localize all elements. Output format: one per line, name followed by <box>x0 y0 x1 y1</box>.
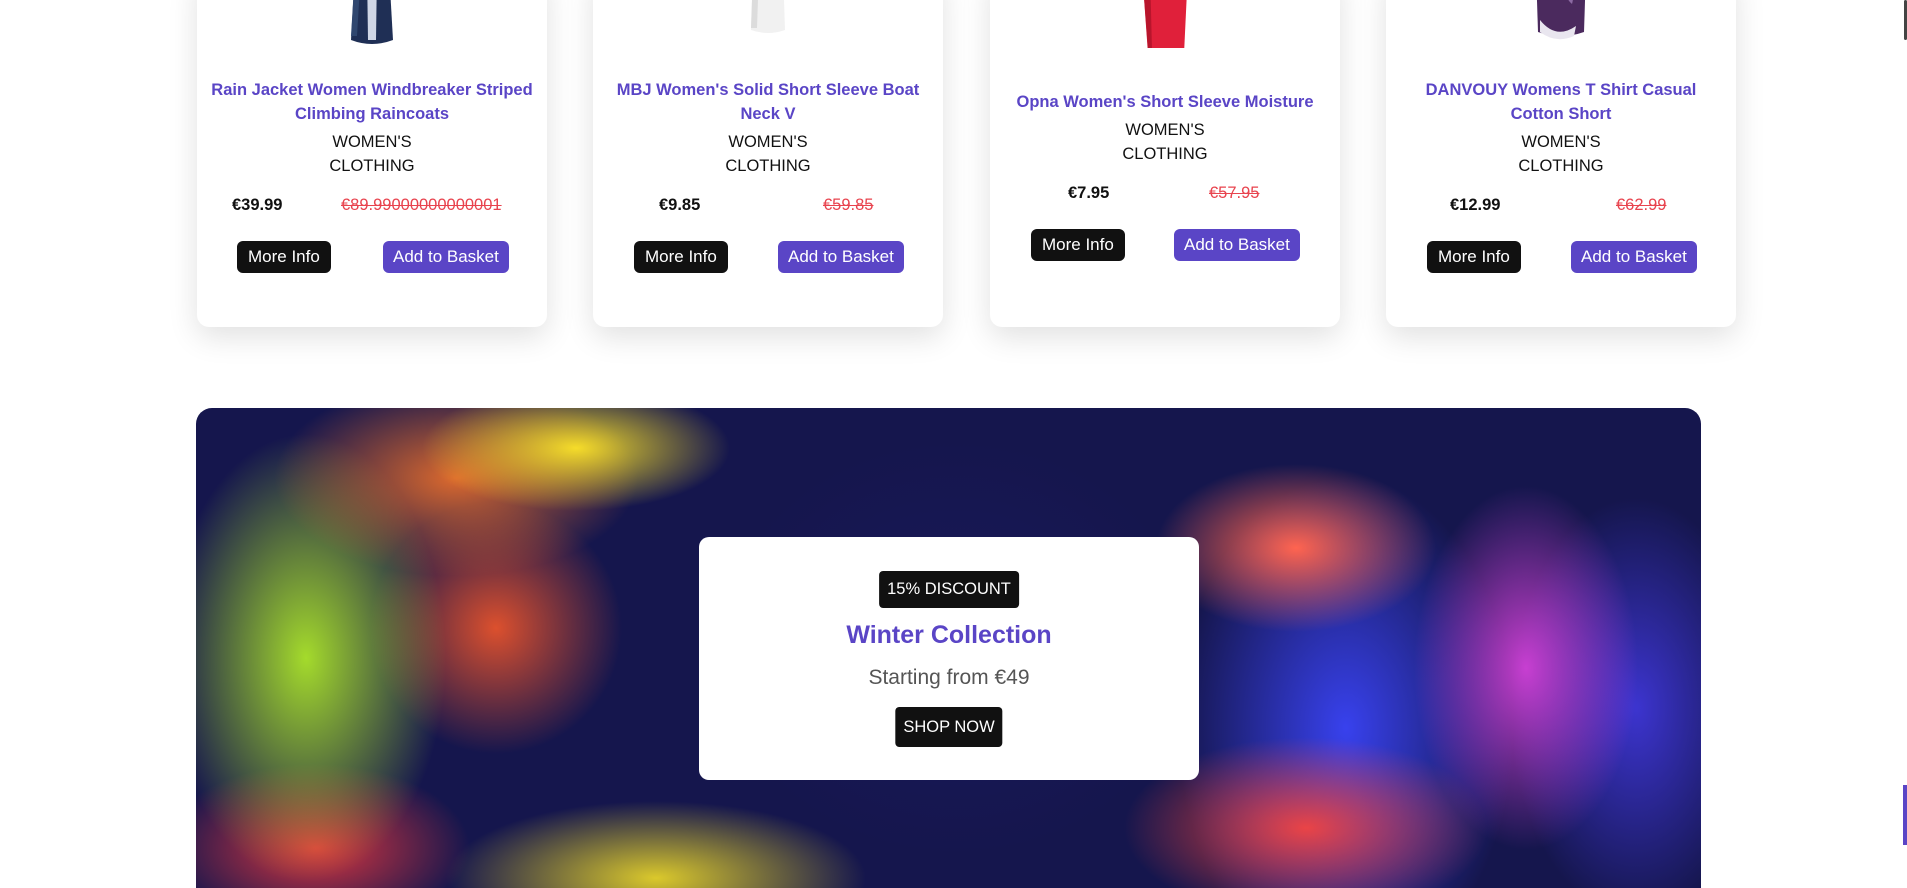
scrollbar-edge-accent <box>1903 785 1907 845</box>
product-card: Rain Jacket Women Windbreaker Striped Cl… <box>197 0 547 327</box>
product-title[interactable]: Opna Women's Short Sleeve Moisture <box>1004 90 1326 114</box>
shop-now-button[interactable]: SHOP NOW <box>895 707 1003 747</box>
add-to-basket-button[interactable]: Add to Basket <box>383 241 509 273</box>
product-category: WOMEN'S CLOTHING <box>1518 133 1604 175</box>
product-title[interactable]: DANVOUY Womens T Shirt Casual Cotton Sho… <box>1400 78 1722 126</box>
promo-banner: 15% DISCOUNT Winter Collection Starting … <box>196 408 1701 888</box>
product-old-price: €89.99000000000001 <box>341 196 502 214</box>
more-info-button[interactable]: More Info <box>1427 241 1521 273</box>
add-to-basket-button[interactable]: Add to Basket <box>778 241 904 273</box>
product-card: DANVOUY Womens T Shirt Casual Cotton Sho… <box>1386 0 1736 327</box>
more-info-button[interactable]: More Info <box>634 241 728 273</box>
product-image[interactable] <box>1516 0 1606 48</box>
product-title[interactable]: Rain Jacket Women Windbreaker Striped Cl… <box>211 78 533 126</box>
product-price: €39.99 <box>232 196 283 214</box>
more-info-button[interactable]: More Info <box>237 241 331 273</box>
add-to-basket-button[interactable]: Add to Basket <box>1571 241 1697 273</box>
page-scrollbar[interactable] <box>1903 0 1907 875</box>
discount-badge: 15% DISCOUNT <box>879 571 1019 608</box>
product-category: WOMEN'S CLOTHING <box>329 133 415 175</box>
product-card: Opna Women's Short Sleeve Moisture WOMEN… <box>990 0 1340 327</box>
more-info-button[interactable]: More Info <box>1031 229 1125 261</box>
product-grid: Rain Jacket Women Windbreaker Striped Cl… <box>0 0 1907 340</box>
product-card: MBJ Women's Solid Short Sleeve Boat Neck… <box>593 0 943 327</box>
promo-headline: Winter Collection <box>846 621 1052 649</box>
product-image[interactable] <box>723 0 813 48</box>
product-old-price: €59.85 <box>823 196 874 214</box>
product-price: €9.85 <box>659 196 701 214</box>
promo-subline: Starting from €49 <box>868 666 1030 689</box>
add-to-basket-button[interactable]: Add to Basket <box>1174 229 1300 261</box>
product-image[interactable] <box>1120 0 1210 48</box>
product-old-price: €62.99 <box>1616 196 1667 214</box>
product-category: WOMEN'S CLOTHING <box>725 133 811 175</box>
product-price: €12.99 <box>1450 196 1501 214</box>
promo-card: 15% DISCOUNT Winter Collection Starting … <box>699 537 1199 780</box>
product-title[interactable]: MBJ Women's Solid Short Sleeve Boat Neck… <box>607 78 929 126</box>
product-price: €7.95 <box>1068 184 1110 202</box>
product-category: WOMEN'S CLOTHING <box>1122 121 1208 163</box>
product-image[interactable] <box>327 0 417 48</box>
product-old-price: €57.95 <box>1209 184 1260 202</box>
